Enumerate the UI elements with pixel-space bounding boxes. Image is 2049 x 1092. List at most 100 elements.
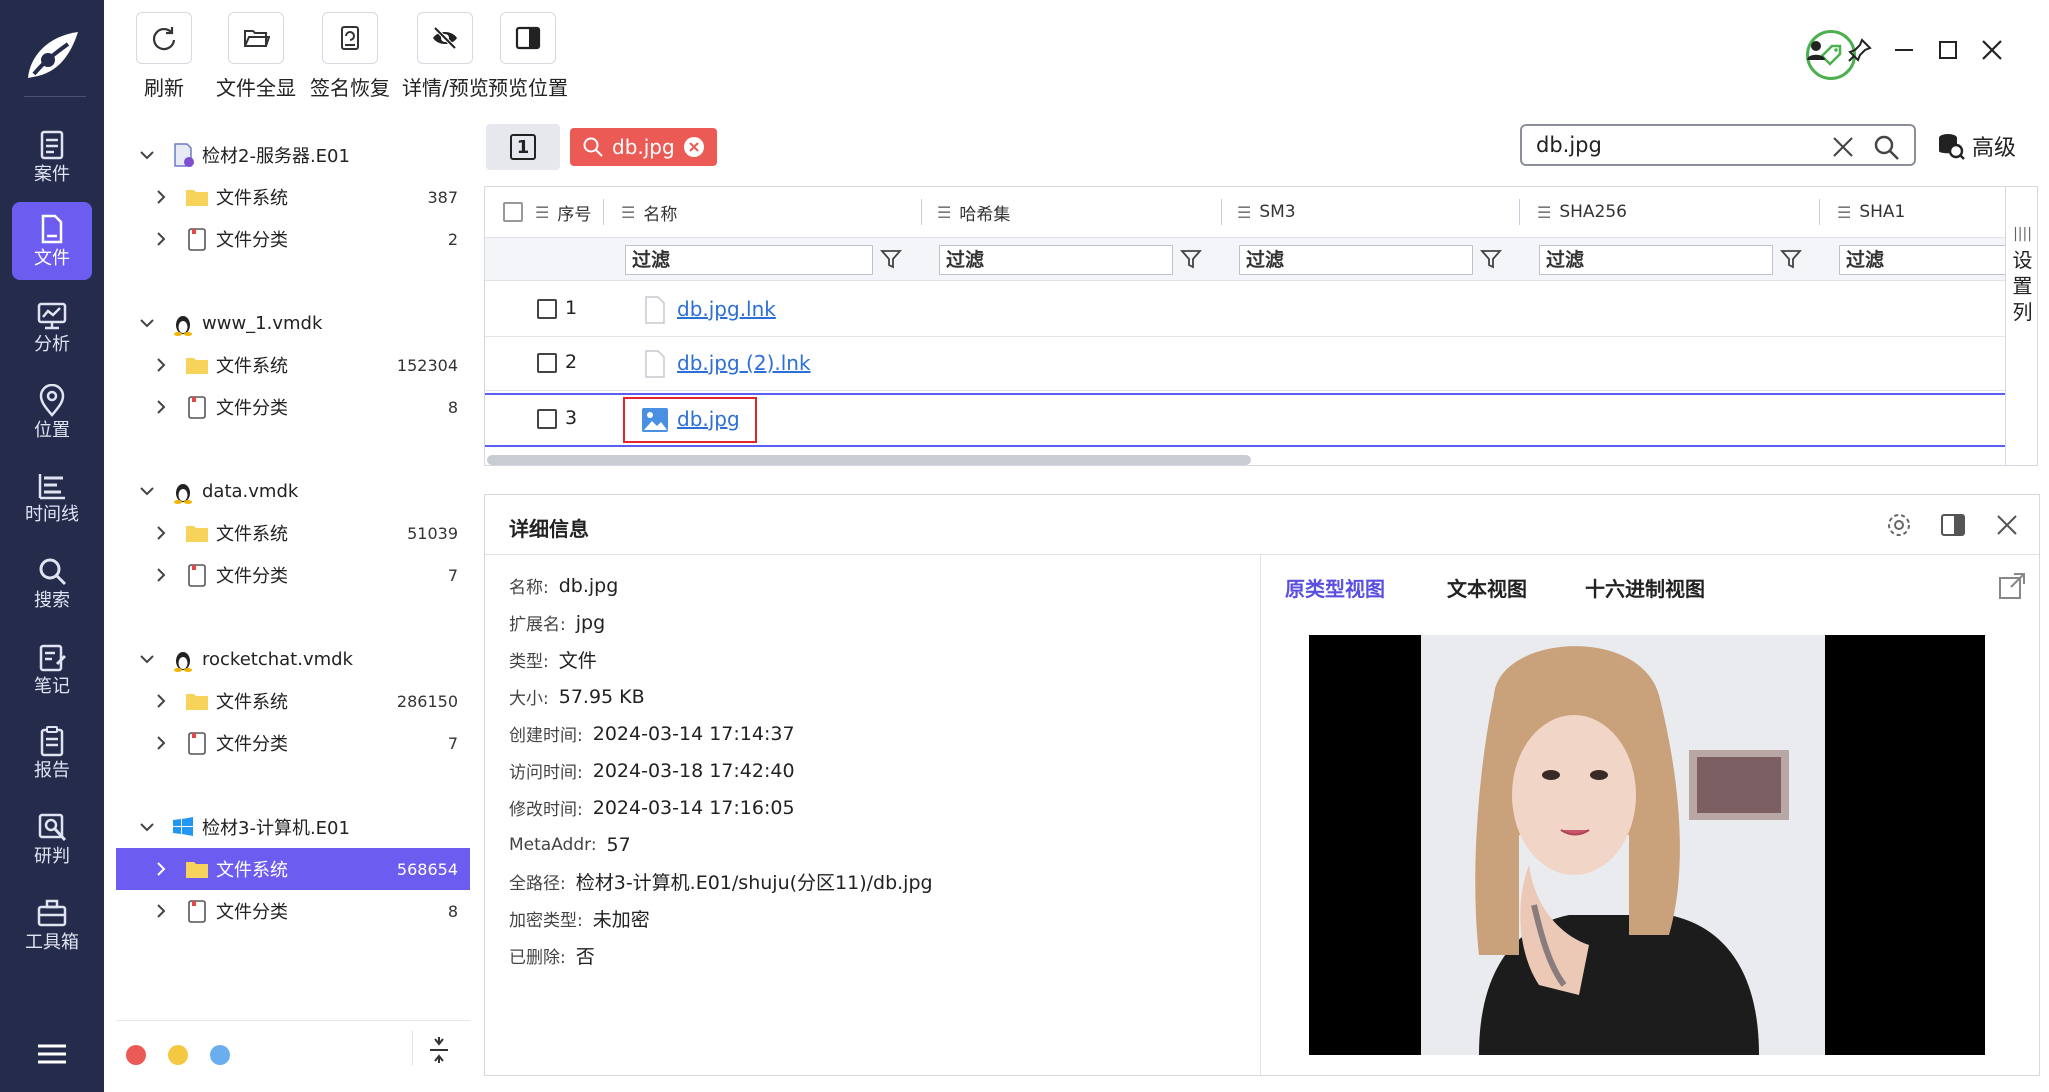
detail-preview-button[interactable]: 详情/预览 [402,12,489,101]
table-row-selected[interactable]: 3 db.jpg [485,393,2005,447]
preview-position-button[interactable]: 预览位置 [488,12,568,101]
file-name-link[interactable]: db.jpg [677,407,740,431]
row-checkbox[interactable] [537,299,557,319]
search-input[interactable]: db.jpg [1520,124,1916,166]
chevron-right-icon [157,358,166,372]
search-icon[interactable] [1872,133,1900,161]
filter-sm3-input[interactable]: 过滤 [1239,245,1473,275]
prop-row: 加密类型: 未加密 [509,900,933,937]
column-divider[interactable] [603,199,604,225]
set-columns-button[interactable]: |||| 设置列 [2005,187,2037,465]
tree-item[interactable]: 文件系统 286150 [116,680,470,722]
col-header-sha1[interactable]: ☰ SHA1 [1837,187,1905,237]
yellow-dot-icon[interactable] [168,1045,188,1065]
col-header-index[interactable]: ☰ 序号 [535,187,591,237]
tree-item[interactable]: 文件分类 2 [116,218,470,260]
tree-group[interactable]: rocketchat.vmdk [116,638,470,680]
nav-judgement[interactable]: 研判 [12,800,92,878]
nav-toolbox[interactable]: 工具箱 [12,886,92,964]
nav-file[interactable]: 文件 [12,202,92,280]
col-header-sm3[interactable]: ☰ SM3 [1237,187,1296,237]
tree-item[interactable]: 文件分类 7 [116,722,470,764]
tab-text-view[interactable]: 文本视图 [1447,573,1527,602]
prop-value: 2024-03-18 17:42:40 [592,759,795,782]
tree-item[interactable]: 文件系统 387 [116,176,470,218]
blue-dot-icon[interactable] [210,1045,230,1065]
clear-icon[interactable] [1832,136,1854,158]
tree-item[interactable]: 文件分类 8 [116,386,470,428]
chevron-right-icon [157,232,166,246]
row-checkbox[interactable] [537,409,557,429]
nav-analysis[interactable]: 分析 [12,288,92,366]
tree-group[interactable]: 检材3-计算机.E01 [116,806,470,848]
tab-native-view[interactable]: 原类型视图 [1285,573,1385,602]
column-divider[interactable] [1819,199,1820,225]
col-label: SM3 [1259,202,1296,222]
filter-hashset-input[interactable]: 过滤 [939,245,1173,275]
select-all-checkbox[interactable] [503,202,523,222]
nav-location[interactable]: 位置 [12,374,92,452]
refresh-button[interactable]: 刷新 [136,12,192,101]
nav-label: 位置 [34,420,70,441]
maximize-icon[interactable] [1934,36,1962,64]
row-checkbox[interactable] [537,353,557,373]
filter-name-input[interactable]: 过滤 [625,245,873,275]
nav-search[interactable]: 搜索 [12,544,92,622]
tree-item-count: 286150 [396,691,458,711]
tree-item[interactable]: 文件分类 8 [116,890,470,932]
nav-notes[interactable]: 笔记 [12,630,92,708]
select-all-header[interactable] [503,187,523,237]
col-header-sha256[interactable]: ☰ SHA256 [1537,187,1627,237]
column-divider[interactable] [1519,199,1520,225]
tree-item-selected[interactable]: 文件系统 568654 [116,848,470,890]
column-divider[interactable] [1221,199,1222,225]
column-divider[interactable] [921,199,922,225]
nav-case[interactable]: 案件 [12,118,92,196]
menu-icon[interactable] [36,1042,68,1066]
collapse-all-icon[interactable] [426,1035,452,1065]
tree-item[interactable]: 文件系统 152304 [116,344,470,386]
signature-recover-button[interactable]: 签名恢复 [310,12,390,101]
tree-group[interactable]: 检材2-服务器.E01 [116,134,470,176]
filter-sha256-input[interactable]: 过滤 [1539,245,1773,275]
tree-group[interactable]: www_1.vmdk [116,302,470,344]
tabs-bar: 1 db.jpg db.jpg 高级 [484,122,2040,174]
red-dot-icon[interactable] [126,1045,146,1065]
panel-right-icon[interactable] [1939,511,1967,539]
close-icon[interactable] [1993,511,2021,539]
nav-report[interactable]: 报告 [12,714,92,792]
prop-value: db.jpg [558,574,619,597]
col-header-hashset[interactable]: ☰ 哈希集 [937,187,1010,237]
show-all-files-button[interactable]: 文件全显 [216,12,296,101]
tree-item[interactable]: 文件分类 7 [116,554,470,596]
advanced-search-button[interactable]: 高级 [1936,130,2016,162]
table-row[interactable]: 2 db.jpg (2).lnk [485,337,2005,391]
tree-item[interactable]: 文件系统 51039 [116,512,470,554]
tab-count[interactable]: 1 [486,124,560,170]
filter-icon[interactable] [1780,248,1802,270]
horizontal-scrollbar[interactable] [487,455,1251,465]
user-icon[interactable] [1802,36,1830,64]
tree-group-label: 检材2-服务器.E01 [202,146,350,167]
tree-group[interactable]: data.vmdk [116,470,470,512]
open-external-icon[interactable] [1997,571,2027,601]
prop-value: 检材3-计算机.E01/shuju(分区11)/db.jpg [575,872,933,894]
close-tab-icon[interactable] [683,136,705,158]
linux-icon [174,652,192,672]
table-row[interactable]: 1 db.jpg.lnk [485,283,2005,337]
tab-hex-view[interactable]: 十六进制视图 [1585,573,1705,602]
file-name-link[interactable]: db.jpg.lnk [677,297,776,321]
col-header-name[interactable]: ☰ 名称 [621,187,677,237]
filter-icon[interactable] [1180,248,1202,270]
filter-icon[interactable] [880,248,902,270]
file-name-link[interactable]: db.jpg (2).lnk [677,351,811,375]
gear-icon[interactable] [1885,511,1913,539]
filter-sha1-input[interactable]: 过滤 [1839,245,2009,275]
tree-item-label: 文件分类 [216,734,288,755]
filter-icon[interactable] [1480,248,1502,270]
search-result-tab[interactable]: db.jpg [570,128,717,166]
pin-icon[interactable] [1846,36,1874,64]
nav-timeline[interactable]: 时间线 [12,458,92,536]
close-window-icon[interactable] [1978,36,2006,64]
minimize-icon[interactable] [1890,36,1918,64]
